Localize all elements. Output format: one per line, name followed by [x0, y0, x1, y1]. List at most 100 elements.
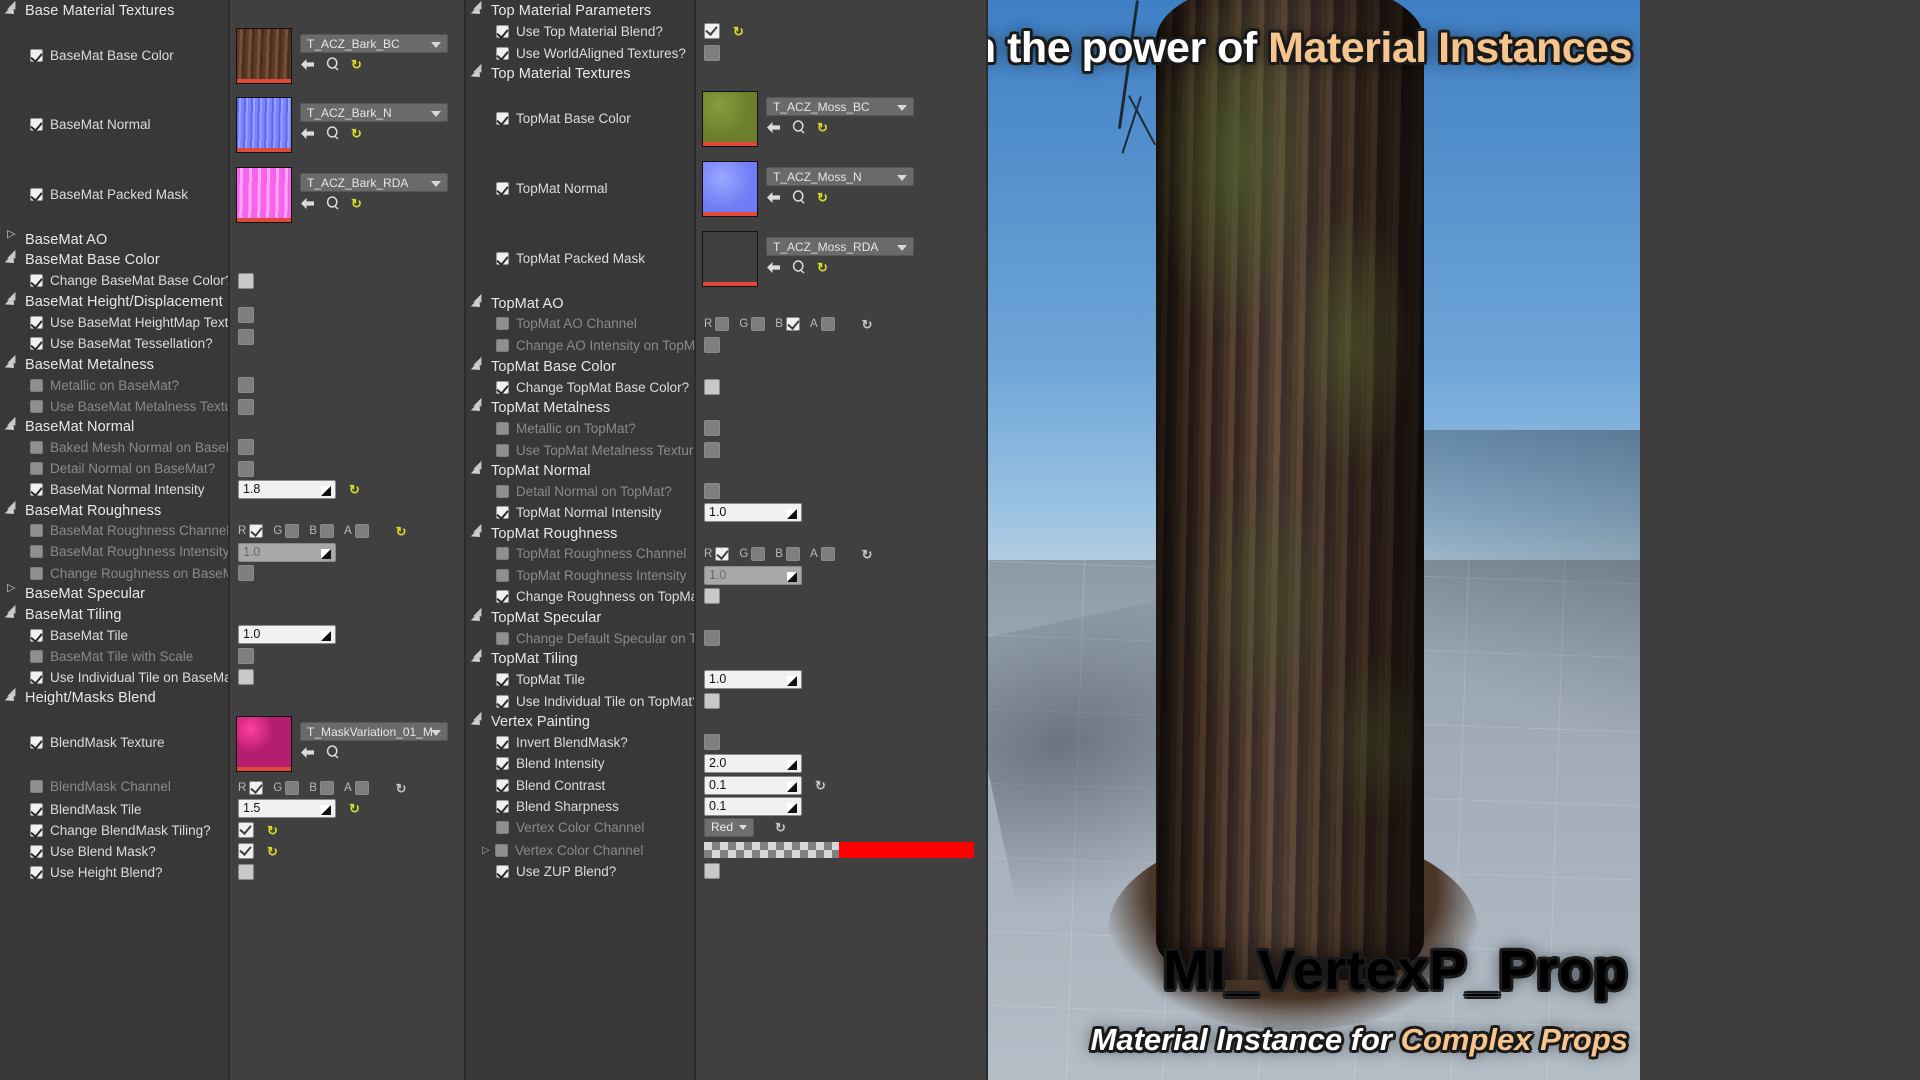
topmat-item-use-topmat-metalness-texture[interactable]: Use TopMat Metalness Texture? [466, 440, 694, 461]
topmat-item-topmat-normal-intensity[interactable]: TopMat Normal Intensity [466, 502, 694, 523]
topmat-asset-picker[interactable]: T_ACZ_Moss_RDA [766, 237, 914, 256]
basemat-value-swatch[interactable] [230, 437, 464, 457]
numeric-input[interactable]: 1.0 [238, 542, 336, 562]
basemat-checkbox-use-individual-tile-on-basemat[interactable] [30, 671, 43, 684]
numeric-input[interactable]: 1.0 [704, 565, 802, 585]
basemat-category-basemat-height-displacement[interactable]: ◢ BaseMat Height/Displacement [0, 290, 228, 312]
rgba-checkbox-g[interactable] [751, 547, 766, 561]
blendmask-value-checkbox-row[interactable]: ↻ [230, 820, 464, 840]
use-selected-asset-icon[interactable] [766, 121, 781, 134]
topmat-value-swatch[interactable] [696, 377, 986, 397]
basemat-numeric-field[interactable]: 1.0 [230, 542, 464, 562]
blendmask-value-checkbox-row[interactable]: ↻ [230, 841, 464, 861]
topmat-texture-slot-t-acz-moss-rda[interactable]: T_ACZ_Moss_RDA ↻ [696, 231, 986, 287]
texture-thumbnail-t-acz-moss-rda[interactable] [702, 231, 758, 287]
topmat-item-topmat-base-color[interactable]: TopMat Base Color [466, 108, 694, 129]
topmat-checkbox-change-ao-intensity-on-topmat[interactable] [496, 339, 509, 352]
basemat-checkbox-use-basemat-heightmap-texture[interactable] [30, 316, 43, 329]
chevron-down-icon[interactable]: ◢ [7, 499, 19, 517]
basemat-checkbox-basemat-packed-mask[interactable] [30, 188, 43, 201]
value-checkbox[interactable] [238, 565, 254, 581]
value-checkbox[interactable] [238, 843, 254, 859]
basemat-value-swatch[interactable] [230, 563, 464, 583]
browse-to-asset-icon[interactable] [326, 126, 340, 140]
reset-to-default-icon[interactable]: ↻ [349, 483, 360, 496]
rgba-checkbox-r[interactable] [715, 547, 730, 561]
value-checkbox[interactable] [704, 379, 720, 395]
use-selected-asset-icon[interactable] [300, 746, 315, 759]
topmat-item-topmat-normal[interactable]: TopMat Normal [466, 178, 694, 199]
value-checkbox[interactable] [704, 420, 720, 436]
drag-handle-icon[interactable] [321, 804, 331, 815]
chevron-down-icon[interactable]: ◢ [473, 647, 485, 665]
blendmask-numeric-field[interactable]: 1.5 ↻ [230, 798, 464, 818]
topmat-checkbox-topmat-roughness-intensity[interactable] [496, 569, 509, 582]
basemat-item-basemat-base-color[interactable]: BaseMat Base Color [0, 45, 228, 66]
topmat-value-swatch[interactable] [696, 691, 986, 711]
use-selected-asset-icon[interactable] [300, 197, 315, 210]
basemat-item-detail-normal-on-basemat[interactable]: Detail Normal on BaseMat? [0, 458, 228, 479]
topmat-item-invert-blendmask[interactable]: Invert BlendMask? [466, 732, 694, 753]
chevron-down-icon[interactable]: ◢ [473, 0, 485, 17]
chevron-down-icon[interactable] [431, 730, 441, 736]
topmat-checkbox-change-topmat-base-color[interactable] [496, 381, 509, 394]
basemat-checkbox-basemat-base-color[interactable] [30, 49, 43, 62]
basemat-asset-picker[interactable]: T_ACZ_Bark_RDA [300, 173, 448, 192]
topmat-category-top-material-parameters[interactable]: ◢ Top Material Parameters [466, 0, 694, 21]
topmat-item-blend-contrast[interactable]: Blend Contrast [466, 775, 694, 796]
reset-to-default-icon[interactable]: ↻ [775, 821, 786, 834]
basemat-category-basemat-specular[interactable]: ▷ BaseMat Specular [0, 582, 228, 604]
basemat-value-swatch[interactable] [230, 397, 464, 417]
top-material-value-panel[interactable]: ↻ T_ACZ_Moss_BC ↻ T_ACZ_Moss_N ↻ T_ACZ_Moss_R… [696, 0, 986, 1080]
chevron-right-icon[interactable]: ▷ [7, 582, 19, 600]
basemat-category-basemat-ao[interactable]: ▷ BaseMat AO [0, 228, 228, 250]
browse-to-asset-icon[interactable] [792, 190, 806, 204]
basemat-category-basemat-roughness[interactable]: ◢ BaseMat Roughness [0, 499, 228, 521]
drag-handle-icon[interactable] [321, 548, 331, 559]
chevron-down-icon[interactable] [431, 181, 441, 187]
basemat-checkbox-basemat-normal[interactable] [30, 118, 43, 131]
topmat-category-topmat-normal[interactable]: ◢ TopMat Normal [466, 459, 694, 481]
topmat-value-swatch[interactable] [696, 335, 986, 355]
basemat-checkbox-basemat-tile-with-scale[interactable] [30, 650, 43, 663]
topmat-asset-picker[interactable]: T_ACZ_Moss_BC [766, 97, 914, 116]
basemat-item-use-height-blend[interactable]: Use Height Blend? [0, 862, 228, 883]
reset-to-default-icon[interactable]: ↻ [817, 191, 828, 204]
basemat-item-basemat-tile[interactable]: BaseMat Tile [0, 625, 228, 646]
basemat-item-change-basemat-base-color[interactable]: Change BaseMat Base Color? [0, 270, 228, 291]
use-selected-asset-icon[interactable] [766, 191, 781, 204]
value-checkbox[interactable] [238, 439, 254, 455]
topmat-value-swatch[interactable] [696, 732, 986, 752]
topmat-numeric-field[interactable]: 1.0 [696, 669, 986, 689]
value-checkbox[interactable] [704, 45, 720, 61]
chevron-down-icon[interactable] [431, 42, 441, 48]
reset-to-default-icon[interactable]: ↻ [396, 782, 407, 795]
topmat-value-swatch[interactable] [696, 440, 986, 460]
rgba-checkbox-b[interactable] [319, 524, 334, 538]
topmat-category-topmat-ao[interactable]: ◢ TopMat AO [466, 292, 694, 314]
topmat-rgba-channel-selector[interactable]: R G B A ↻ [696, 544, 986, 564]
basemat-numeric-field[interactable]: 1.8 ↻ [230, 479, 464, 499]
basemat-item-change-roughness-on-basemat[interactable]: Change Roughness on BaseMat? [0, 563, 228, 584]
basemat-checkbox-change-roughness-on-basemat[interactable] [30, 567, 43, 580]
basemat-item-blendmask-channel[interactable]: BlendMask Channel [0, 776, 228, 797]
basemat-texture-slot-t-acz-bark-bc[interactable]: T_ACZ_Bark_BC ↻ [230, 28, 464, 84]
topmat-value-swatch[interactable] [696, 418, 986, 438]
value-checkbox[interactable] [238, 864, 254, 880]
rgba-checkbox-a[interactable] [820, 317, 835, 331]
topmat-item-topmat-roughness-channel[interactable]: TopMat Roughness Channel [466, 543, 694, 564]
rgba-checkbox-g[interactable] [751, 317, 766, 331]
blendmask-asset-picker[interactable]: T_MaskVariation_01_M [300, 722, 448, 741]
drag-handle-icon[interactable] [787, 675, 797, 686]
basemat-item-use-basemat-heightmap-texture[interactable]: Use BaseMat HeightMap Texture? [0, 312, 228, 333]
chevron-down-icon[interactable] [739, 824, 748, 830]
value-checkbox[interactable] [238, 461, 254, 477]
chevron-down-icon[interactable]: ◢ [473, 62, 485, 80]
topmat-value-swatch[interactable] [696, 861, 986, 881]
basemat-item-basemat-normal-intensity[interactable]: BaseMat Normal Intensity [0, 479, 228, 500]
topmat-category-topmat-base-color[interactable]: ◢ TopMat Base Color [466, 355, 694, 377]
basemat-category-basemat-metalness[interactable]: ◢ BaseMat Metalness [0, 353, 228, 375]
basemat-item-blendmask-texture[interactable]: BlendMask Texture [0, 732, 228, 753]
basemat-checkbox-use-height-blend[interactable] [30, 866, 43, 879]
numeric-input[interactable]: 1.8 [238, 479, 336, 499]
